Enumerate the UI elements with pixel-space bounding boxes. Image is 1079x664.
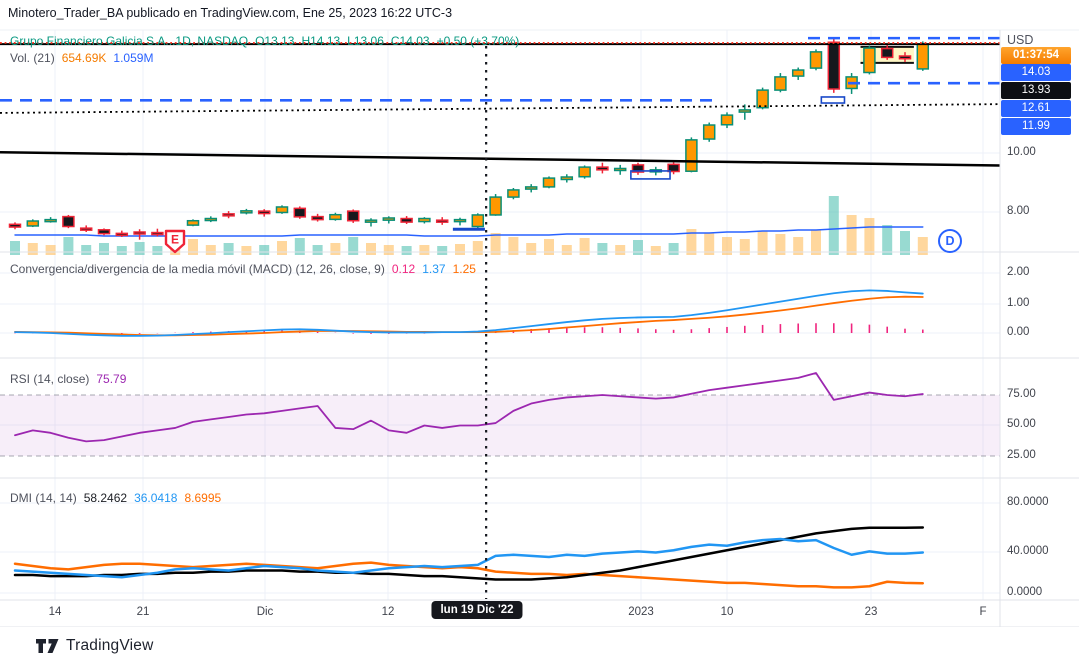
volume-legend: Vol. (21) 654.69K 1.059M xyxy=(10,51,153,65)
dmi-plusdi-value: 36.0418 xyxy=(134,491,177,505)
scale-label-0.0000[interactable]: 0.0000 xyxy=(1007,586,1042,598)
scale-label-25.00[interactable]: 25.00 xyxy=(1007,449,1036,461)
currency-label: USD xyxy=(1007,33,1033,47)
time-tick-F[interactable]: F xyxy=(979,606,986,618)
price-badge-11.99: 11.99 xyxy=(1001,118,1071,135)
macd-hist-value: 0.12 xyxy=(392,262,415,276)
time-tick-Dic[interactable]: Dic xyxy=(257,606,274,618)
symbol-title[interactable]: Grupo Financiero Galicia S.A...1D, NASDA… xyxy=(10,34,248,48)
time-tick-10[interactable]: 10 xyxy=(721,606,734,618)
scale-label-10.00[interactable]: 10.00 xyxy=(1007,146,1036,158)
time-tick-12[interactable]: 12 xyxy=(382,606,395,618)
symbol-legend: Grupo Financiero Galicia S.A...1D, NASDA… xyxy=(10,34,519,48)
price-badge-12.61: 12.61 xyxy=(1001,100,1071,117)
macd-legend: Convergencia/divergencia de la media móv… xyxy=(10,262,476,276)
tradingview-brand-text[interactable]: TradingView xyxy=(66,637,154,655)
time-tick-14[interactable]: 14 xyxy=(49,606,62,618)
volume-label[interactable]: Vol. (21) xyxy=(10,51,55,65)
dmi-legend: DMI (14, 14) 58.2462 36.0418 8.6995 xyxy=(10,491,221,505)
svg-text:E: E xyxy=(171,233,179,247)
dividends-event-badge[interactable]: D xyxy=(938,229,962,253)
price-badge-14.03: 14.03 xyxy=(1001,64,1071,81)
tradingview-chart-snapshot: Minotero_Trader_BA publicado en TradingV… xyxy=(0,0,1079,664)
volume-value: 654.69K xyxy=(62,51,107,65)
footer-bar: TradingView xyxy=(0,627,1079,664)
earnings-shield-icon: E xyxy=(164,229,186,254)
price-change: +0.50 (+3.70%) xyxy=(437,34,520,48)
earnings-event-badge[interactable]: E xyxy=(164,229,186,254)
time-tick-21[interactable]: 21 xyxy=(137,606,150,618)
scale-label-8.00[interactable]: 8.00 xyxy=(1007,205,1029,217)
chart-canvas[interactable] xyxy=(0,0,1079,664)
macd-signal-value: 1.25 xyxy=(453,262,476,276)
rsi-label[interactable]: RSI (14, close) xyxy=(10,372,89,386)
ohlc-close: C14.03 xyxy=(391,34,430,48)
ohlc-open: O13.13 xyxy=(255,34,294,48)
scale-label-2.00[interactable]: 2.00 xyxy=(1007,266,1029,278)
scale-label-0.00[interactable]: 0.00 xyxy=(1007,326,1029,338)
scale-label-1.00[interactable]: 1.00 xyxy=(1007,297,1029,309)
attribution-header: Minotero_Trader_BA publicado en TradingV… xyxy=(8,6,452,20)
ohlc-high: H14.13 xyxy=(301,34,340,48)
dmi-minusdi-value: 8.6995 xyxy=(184,491,221,505)
rsi-value: 75.79 xyxy=(96,372,126,386)
dividends-letter: D xyxy=(945,234,954,248)
rsi-legend: RSI (14, close) 75.79 xyxy=(10,372,126,386)
price-badge-13.93: 13.93 xyxy=(1001,82,1071,99)
dmi-label[interactable]: DMI (14, 14) xyxy=(10,491,77,505)
scale-label-50.00[interactable]: 50.00 xyxy=(1007,418,1036,430)
crosshair-date-badge: lun 19 Dic '22 xyxy=(431,601,522,619)
bar-countdown-badge: 01:37:54 xyxy=(1001,47,1071,64)
macd-label[interactable]: Convergencia/divergencia de la media móv… xyxy=(10,262,385,276)
time-tick-2023[interactable]: 2023 xyxy=(628,606,654,618)
scale-label-80.0000[interactable]: 80.0000 xyxy=(1007,496,1049,508)
scale-label-75.00[interactable]: 75.00 xyxy=(1007,388,1036,400)
ohlc-low: L13.06 xyxy=(347,34,384,48)
time-tick-23[interactable]: 23 xyxy=(865,606,878,618)
macd-line-value: 1.37 xyxy=(422,262,445,276)
volume-ma-value: 1.059M xyxy=(113,51,153,65)
scale-label-40.0000[interactable]: 40.0000 xyxy=(1007,545,1049,557)
tradingview-logo-icon[interactable] xyxy=(36,639,59,653)
dmi-adx-value: 58.2462 xyxy=(84,491,127,505)
